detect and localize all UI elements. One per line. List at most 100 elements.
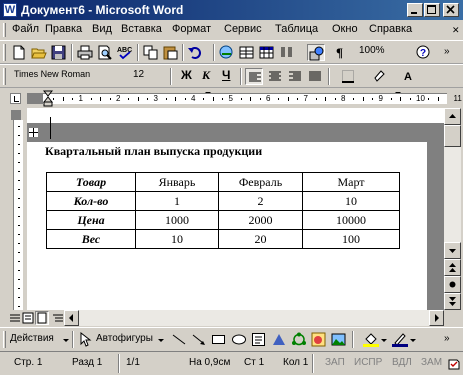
oval-button[interactable]	[230, 331, 248, 348]
tab-selector[interactable]	[10, 93, 21, 104]
help-button[interactable]: ?	[415, 44, 433, 61]
table-cell[interactable]: 10	[302, 191, 400, 211]
line-button[interactable]	[170, 331, 188, 348]
table-row[interactable]: Кол-во 1 2 10	[46, 191, 400, 211]
table-cell[interactable]: 100	[302, 229, 400, 249]
table-move-handle[interactable]	[28, 127, 39, 138]
table-cell[interactable]: 10	[135, 229, 219, 249]
insert-table-button[interactable]	[258, 44, 276, 61]
toolbar-grip[interactable]	[3, 68, 6, 85]
table-row[interactable]: Цена 1000 2000 10000	[46, 210, 400, 230]
draw-dropdown-arrow[interactable]	[63, 339, 69, 342]
paste-button[interactable]	[162, 44, 180, 61]
font-size-box[interactable]: 12	[133, 69, 144, 80]
insert-picture-button[interactable]	[330, 331, 348, 348]
menu-help[interactable]: Справка	[369, 23, 412, 35]
line-color-dropdown-arrow[interactable]	[410, 339, 416, 342]
table-cell[interactable]: 1000	[135, 210, 219, 230]
web-layout-icon[interactable]	[22, 312, 34, 327]
menubar-grip[interactable]	[3, 23, 6, 37]
next-page-button[interactable]	[444, 293, 461, 310]
menu-edit[interactable]: Правка	[45, 23, 82, 35]
vertical-ruler-track[interactable]	[13, 120, 23, 310]
table-cell[interactable]: 10000	[302, 210, 400, 230]
status-track-changes[interactable]: ИСПР	[354, 357, 382, 368]
italic-button[interactable]: К	[202, 68, 210, 83]
autoshapes-menu-button[interactable]: Автофигуры	[96, 333, 153, 344]
fill-color-dropdown-arrow[interactable]	[381, 339, 387, 342]
minimize-button[interactable]	[407, 3, 423, 17]
undo-button[interactable]	[186, 44, 204, 61]
menu-tools[interactable]: Сервис	[224, 23, 262, 35]
status-overtype[interactable]: ЗАМ	[421, 357, 442, 368]
font-color-button[interactable]: A	[400, 68, 418, 85]
status-record-macro[interactable]: ЗАП	[325, 357, 345, 368]
fill-color-button[interactable]	[362, 331, 380, 348]
highlight-button[interactable]	[370, 68, 388, 85]
toolbar-grip[interactable]	[3, 331, 6, 348]
table-header-row[interactable]: Товар Январь Февраль Март	[46, 172, 400, 192]
table-cell[interactable]: 20	[218, 229, 303, 249]
print-preview-button[interactable]	[96, 44, 114, 61]
outline-view-icon[interactable]	[52, 312, 64, 327]
drawing-toolbar-button[interactable]	[307, 44, 325, 61]
wordart-button[interactable]	[270, 331, 288, 348]
toolbar-options-icon[interactable]: »	[444, 46, 450, 57]
table-cell[interactable]: 2	[218, 191, 303, 211]
document-title[interactable]: Квартальный план выпуска продукции	[45, 144, 262, 159]
open-button[interactable]	[30, 44, 48, 61]
close-document-icon[interactable]: ✕	[452, 25, 460, 36]
print-layout-button[interactable]	[35, 311, 49, 325]
close-button[interactable]	[443, 3, 459, 17]
menu-format[interactable]: Формат	[172, 23, 211, 35]
menu-table[interactable]: Таблица	[275, 23, 318, 35]
table-header-cell[interactable]: Товар	[46, 172, 136, 192]
show-formatting-button[interactable]: ¶	[332, 44, 350, 61]
horizontal-scroll-track[interactable]	[79, 310, 429, 326]
toolbar-options-icon[interactable]: »	[444, 333, 450, 344]
line-color-button[interactable]	[391, 331, 409, 348]
font-name-box[interactable]: Times New Roman	[14, 69, 90, 79]
table-header-cell[interactable]: Март	[302, 172, 400, 192]
select-objects-button[interactable]	[76, 331, 94, 348]
align-right-button[interactable]	[286, 68, 304, 85]
document-area[interactable]: Квартальный план выпуска продукции Товар…	[27, 108, 444, 310]
insert-hyperlink-button[interactable]	[218, 44, 236, 61]
copy-button[interactable]	[142, 44, 160, 61]
ruler-track[interactable]: 1 2 3 4 5 6 7 8 9 10 11	[27, 93, 462, 104]
clip-art-button[interactable]	[310, 331, 328, 348]
table-row-header[interactable]: Кол-во	[46, 191, 136, 211]
select-browse-object-button[interactable]	[444, 276, 461, 293]
scroll-down-button[interactable]	[444, 242, 461, 259]
page[interactable]: Квартальный план выпуска продукции Товар…	[27, 142, 427, 310]
zoom-value[interactable]: 100%	[359, 45, 385, 56]
previous-page-button[interactable]	[444, 259, 461, 276]
vertical-scrollbar[interactable]	[444, 108, 461, 310]
bold-button[interactable]: Ж	[181, 68, 192, 82]
table-header-cell[interactable]: Январь	[135, 172, 219, 192]
table-cell[interactable]: 2000	[218, 210, 303, 230]
menu-window[interactable]: Окно	[332, 23, 358, 35]
arrow-button[interactable]	[190, 331, 208, 348]
maximize-button[interactable]	[424, 3, 440, 17]
autoshapes-dropdown-arrow[interactable]	[158, 339, 164, 342]
toolbar-grip[interactable]	[3, 44, 6, 61]
table-header-cell[interactable]: Февраль	[218, 172, 303, 192]
menu-insert[interactable]: Вставка	[121, 23, 162, 35]
draw-menu-button[interactable]: Действия	[10, 333, 54, 344]
table-cell[interactable]: 1	[135, 191, 219, 211]
table-row[interactable]: Вес 10 20 100	[46, 229, 400, 249]
table-row-header[interactable]: Цена	[46, 210, 136, 230]
scroll-thumb[interactable]	[444, 125, 461, 147]
align-center-button[interactable]	[266, 68, 284, 85]
new-document-button[interactable]	[10, 44, 28, 61]
print-button[interactable]	[76, 44, 94, 61]
normal-view-icon[interactable]	[9, 312, 21, 327]
save-button[interactable]	[50, 44, 68, 61]
justify-button[interactable]	[306, 68, 324, 85]
scroll-up-button[interactable]	[444, 108, 461, 125]
rectangle-button[interactable]	[210, 331, 228, 348]
align-left-button[interactable]	[245, 68, 263, 85]
data-table[interactable]: Товар Январь Февраль Март Кол-во 1 2 10 …	[46, 172, 400, 249]
status-extend[interactable]: ВДЛ	[392, 357, 412, 368]
